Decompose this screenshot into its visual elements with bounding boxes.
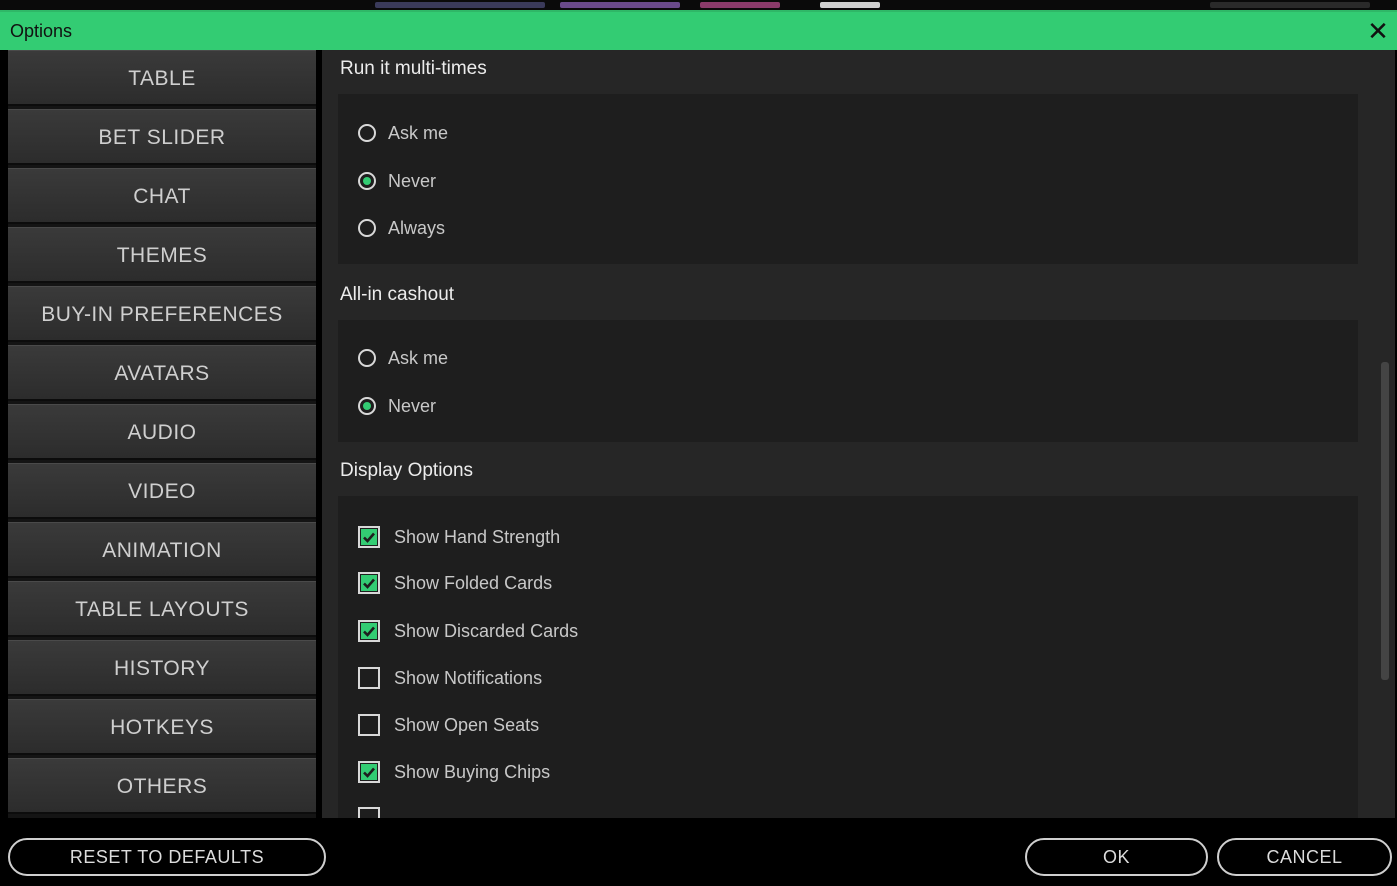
radio-icon[interactable] — [358, 397, 376, 415]
reset-to-defaults-button[interactable]: RESET TO DEFAULTS — [8, 838, 326, 876]
display-option-open-seats[interactable]: Show Open Seats — [358, 713, 539, 737]
option-label: Ask me — [388, 122, 449, 143]
radio-icon[interactable] — [358, 172, 376, 190]
option-label: Show Open Seats — [394, 714, 540, 735]
background-game-strip — [0, 0, 1397, 10]
display-options-box: Show Hand Strength Show Folded Cards Sho… — [338, 496, 1358, 818]
sidebar-item-table[interactable]: TABLE — [8, 50, 316, 106]
close-icon[interactable]: ✕ — [1363, 14, 1393, 48]
display-option-folded-cards[interactable]: Show Folded Cards — [358, 571, 552, 595]
options-dialog: Options ✕ TABLE BET SLIDER CHAT THEMES B… — [0, 0, 1397, 886]
checkbox-icon[interactable] — [358, 714, 380, 736]
radio-icon[interactable] — [358, 219, 376, 237]
option-label: Show Buying Chips — [394, 761, 551, 782]
checkmark-icon — [361, 529, 377, 545]
sidebar-item-others[interactable]: OTHERS — [8, 758, 316, 814]
sidebar-item-themes[interactable]: THEMES — [8, 227, 316, 283]
section-title-run-it: Run it multi-times — [340, 58, 487, 79]
checkbox-icon[interactable] — [358, 667, 380, 689]
option-label: Show Notifications — [394, 667, 543, 688]
sidebar: TABLE BET SLIDER CHAT THEMES BUY-IN PREF… — [8, 50, 316, 818]
sidebar-item-avatars[interactable]: AVATARS — [8, 345, 316, 401]
checkbox-icon[interactable] — [358, 572, 380, 594]
options-content: Run it multi-times Ask me Never Always A… — [322, 50, 1395, 818]
radio-icon[interactable] — [358, 124, 376, 142]
section-title-cashout: All-in cashout — [340, 284, 455, 305]
display-option-discarded-cards[interactable]: Show Discarded Cards — [358, 619, 578, 643]
title-bar: Options ✕ — [0, 10, 1397, 50]
option-label: Show Folded Cards — [394, 572, 553, 593]
option-label: Never — [388, 395, 437, 416]
option-label: Ask me — [388, 347, 449, 368]
display-option-buying-chips[interactable]: Show Buying Chips — [358, 760, 550, 784]
checkbox-icon[interactable] — [358, 620, 380, 642]
section-title-display: Display Options — [340, 460, 474, 481]
option-label: Never — [388, 170, 437, 191]
option-label: Show Discarded Cards — [394, 620, 579, 641]
checkmark-icon — [361, 764, 377, 780]
sidebar-item-video[interactable]: VIDEO — [8, 463, 316, 519]
checkbox-icon[interactable] — [358, 526, 380, 548]
checkbox-icon[interactable] — [358, 761, 380, 783]
sidebar-item-history[interactable]: HISTORY — [8, 640, 316, 696]
radio-icon[interactable] — [358, 349, 376, 367]
sidebar-item-audio[interactable]: AUDIO — [8, 404, 316, 460]
footer: RESET TO DEFAULTS OK CANCEL — [0, 818, 1397, 886]
cashout-option-ask-me[interactable]: Ask me — [358, 346, 448, 370]
run-it-option-never[interactable]: Never — [358, 169, 436, 193]
display-option-hand-strength[interactable]: Show Hand Strength — [358, 525, 560, 549]
window-title: Options — [10, 21, 73, 41]
cashout-options-box: Ask me Never — [338, 320, 1358, 442]
scrollbar[interactable] — [1381, 362, 1389, 680]
display-option-notifications[interactable]: Show Notifications — [358, 666, 542, 690]
cancel-button[interactable]: CANCEL — [1217, 838, 1392, 876]
ok-button[interactable]: OK — [1025, 838, 1208, 876]
option-label: Always — [388, 217, 446, 238]
checkmark-icon — [361, 575, 377, 591]
sidebar-item-animation[interactable]: ANIMATION — [8, 522, 316, 578]
sidebar-item-hotkeys[interactable]: HOTKEYS — [8, 699, 316, 755]
run-it-options-box: Ask me Never Always — [338, 94, 1358, 264]
display-option-partial[interactable] — [358, 806, 394, 818]
sidebar-item-table-layouts[interactable]: TABLE LAYOUTS — [8, 581, 316, 637]
option-label: Show Hand Strength — [394, 526, 561, 547]
sidebar-item-chat[interactable]: CHAT — [8, 168, 316, 224]
sidebar-item-bet-slider[interactable]: BET SLIDER — [8, 109, 316, 165]
checkmark-icon — [361, 623, 377, 639]
sidebar-item-buy-in-preferences[interactable]: BUY-IN PREFERENCES — [8, 286, 316, 342]
checkbox-icon[interactable] — [358, 807, 380, 818]
cashout-option-never[interactable]: Never — [358, 394, 436, 418]
run-it-option-ask-me[interactable]: Ask me — [358, 121, 448, 145]
run-it-option-always[interactable]: Always — [358, 216, 445, 240]
